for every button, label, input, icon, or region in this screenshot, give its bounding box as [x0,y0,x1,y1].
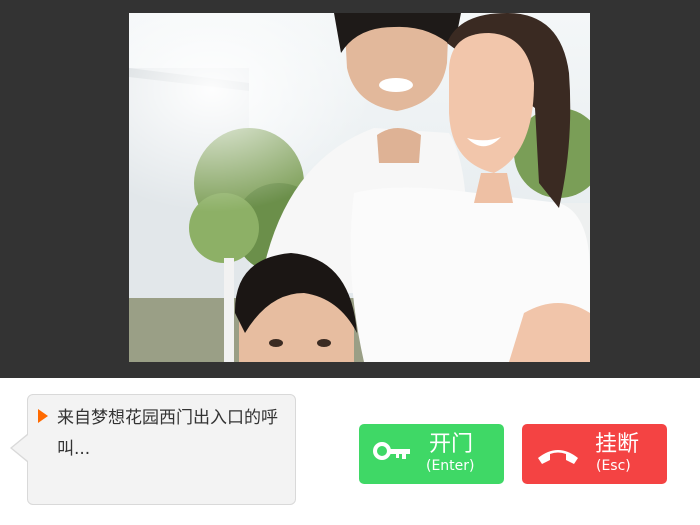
open-door-shortcut: (Enter) [426,458,475,474]
key-icon [373,440,413,472]
open-door-label: 开门 [429,432,474,457]
bubble-tail-fill [12,435,28,461]
play-arrow-icon [38,409,48,423]
open-door-button[interactable]: 开门 (Enter) [359,424,504,484]
video-feed-image [129,13,590,362]
call-control-bar: 来自梦想花园西门出入口的呼叫... 开门 (Enter) 挂断 (Esc) [0,378,700,525]
incoming-call-message: 来自梦想花园西门出入口的呼叫... [57,408,278,459]
video-area [0,0,700,378]
hang-up-button[interactable]: 挂断 (Esc) [522,424,667,484]
video-feed [129,13,590,362]
phone-hangup-icon [536,440,580,472]
hang-up-shortcut: (Esc) [596,458,631,474]
hang-up-label: 挂断 [595,432,640,457]
incoming-call-bubble: 来自梦想花园西门出入口的呼叫... [27,394,296,505]
